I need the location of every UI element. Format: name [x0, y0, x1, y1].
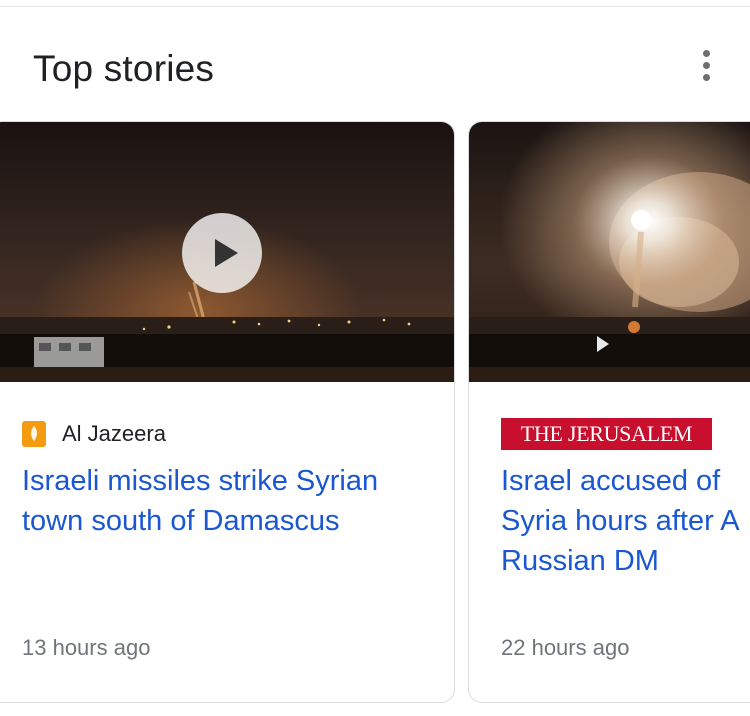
- al-jazeera-logo-icon: [22, 421, 46, 447]
- play-video-button[interactable]: [182, 213, 262, 293]
- story-source: Al Jazeera: [22, 417, 166, 451]
- story-timestamp: 22 hours ago: [501, 635, 630, 660]
- headline-line: Syria hours after A: [501, 505, 740, 537]
- section-title: Top stories: [33, 48, 215, 89]
- story-card-aljazeera[interactable]: Al Jazeera Israeli missiles strike Syria…: [0, 121, 455, 703]
- video-indicator-icon: [597, 336, 609, 352]
- story-headline-link[interactable]: Israeli missiles strike Syrian town sout…: [22, 461, 437, 541]
- story-thumbnail[interactable]: [469, 122, 750, 382]
- jerusalem-post-logo: THE JERUSALEM POST: [501, 418, 712, 478]
- headline-line: Russian DM: [501, 545, 659, 577]
- story-timestamp: 13 hours ago: [22, 635, 151, 660]
- source-name: Al Jazeera: [62, 421, 166, 446]
- more-dot: [703, 50, 710, 57]
- more-dot: [703, 74, 710, 81]
- story-headline-link[interactable]: Israel accused of Syria hours after A Ru…: [501, 461, 750, 581]
- play-icon: [215, 239, 238, 267]
- story-card-jpost[interactable]: THE JERUSALEM POST Israel accused of Syr…: [468, 121, 750, 703]
- story-source: THE JERUSALEM POST: [501, 417, 712, 478]
- top-stories-header: Top stories: [0, 8, 750, 118]
- top-divider: [0, 6, 750, 7]
- headline-line: Israel accused of: [501, 465, 721, 497]
- story-thumbnail[interactable]: [0, 122, 454, 382]
- more-vert-icon[interactable]: [690, 44, 722, 88]
- more-dot: [703, 62, 710, 69]
